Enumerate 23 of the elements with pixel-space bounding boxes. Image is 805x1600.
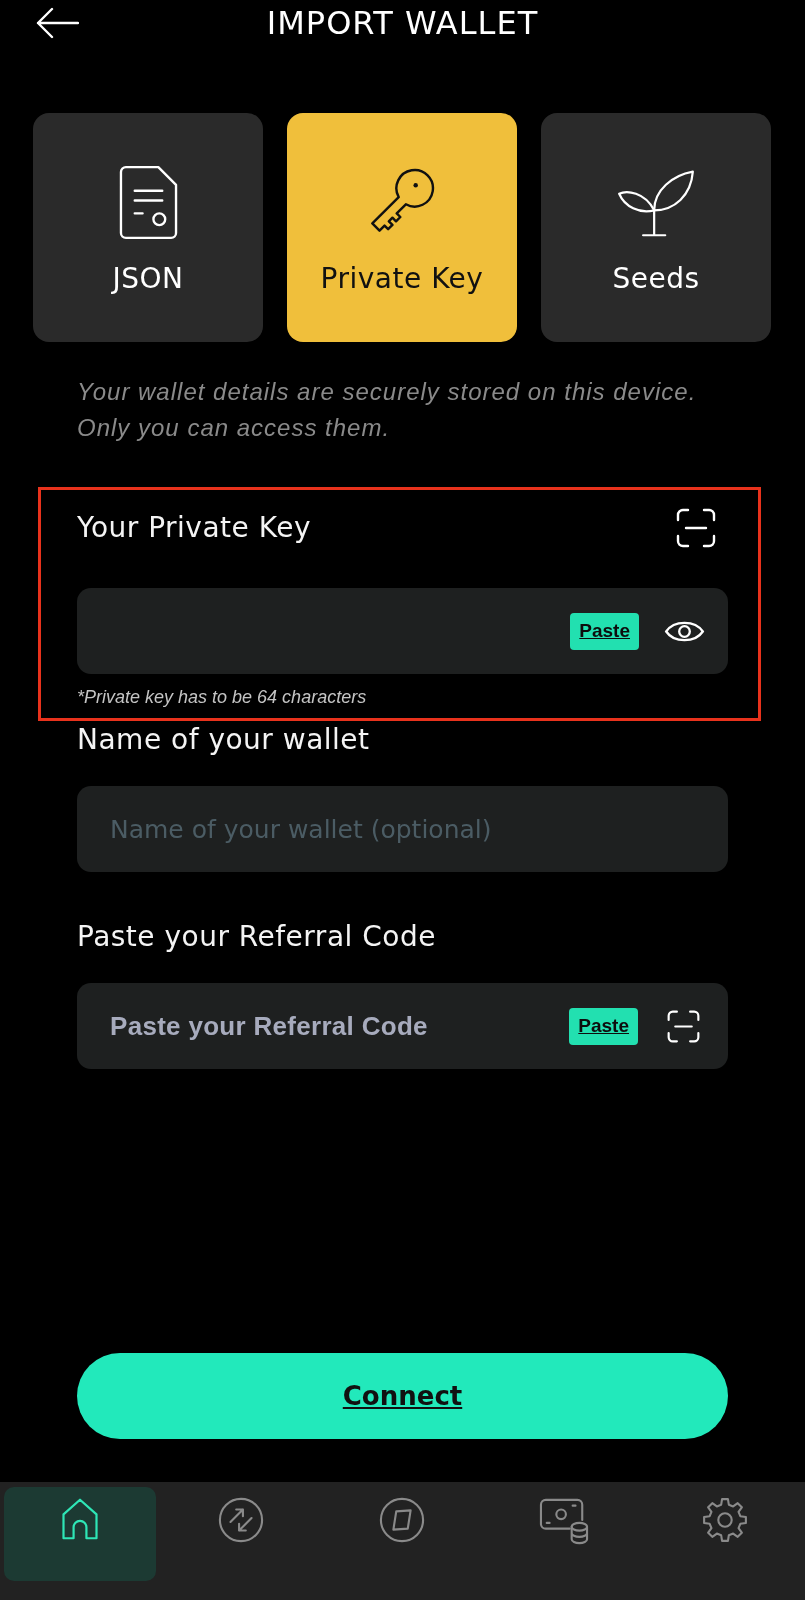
paste-button[interactable]: Paste (570, 612, 639, 650)
compass-icon (379, 1497, 426, 1543)
import-tab[interactable]: Private Key (287, 113, 517, 342)
private-key-field[interactable] (77, 588, 728, 674)
connect-button[interactable]: Connect (77, 1353, 728, 1439)
field-hint: *Private key has to be 64 characters (77, 687, 368, 707)
security-notice: Your wallet details are securely stored on this device. Only you can access them. (77, 377, 698, 443)
scan-icon[interactable] (667, 1009, 700, 1043)
import-tab[interactable]: Seeds (541, 113, 771, 342)
wallet-name-field[interactable]: Name of your wallet (optional) (77, 786, 728, 872)
field-label: Your Private Key (77, 510, 311, 546)
document-icon (118, 165, 178, 240)
import-tab[interactable]: JSON (33, 113, 263, 342)
home-tab[interactable] (4, 1487, 157, 1581)
paste-button[interactable]: Paste (569, 1007, 638, 1045)
field-label: Paste your Referral Code (77, 919, 436, 955)
cash-coins-icon (538, 1497, 589, 1545)
scan-icon[interactable] (676, 508, 716, 548)
back-arrow-icon[interactable] (35, 7, 79, 39)
settings-icon (701, 1497, 748, 1543)
page-title: IMPORT WALLET (266, 3, 539, 43)
swap-arrows-icon (218, 1497, 265, 1543)
field-label: Name of your wallet (77, 722, 370, 758)
